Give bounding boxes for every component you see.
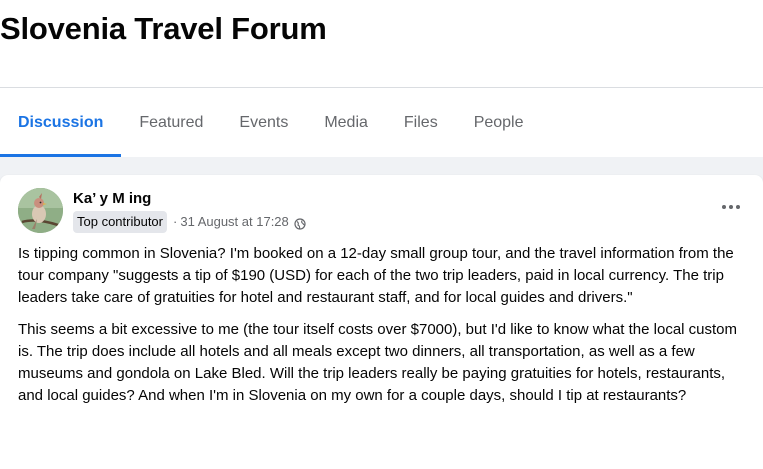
post-timestamp[interactable]: 31 August at 17:28 xyxy=(180,212,288,232)
top-contributor-badge[interactable]: Top contributor xyxy=(73,211,167,233)
group-title[interactable]: Slovenia Travel Forum xyxy=(0,11,327,47)
more-options-icon xyxy=(722,205,740,209)
tab-events[interactable]: Events xyxy=(221,89,306,157)
post-paragraph: This seems a bit excessive to me (the to… xyxy=(18,321,738,404)
post-author[interactable]: Ka’ y M ing xyxy=(73,190,151,208)
more-options-button[interactable] xyxy=(717,197,745,217)
page: Slovenia Travel Forum Discussion Feature… xyxy=(0,0,763,469)
meta-separator: · xyxy=(173,214,178,229)
post-body: Is tipping common in Slovenia? I'm booke… xyxy=(18,243,748,417)
globe-icon xyxy=(294,216,306,230)
tab-people[interactable]: People xyxy=(456,89,542,157)
tab-files[interactable]: Files xyxy=(386,89,456,157)
post-paragraph: Is tipping common in Slovenia? I'm booke… xyxy=(18,245,734,306)
avatar[interactable] xyxy=(18,188,63,233)
group-header: Slovenia Travel Forum xyxy=(0,0,763,88)
post-card: Ka’ y M ing Top contributor · 31 August … xyxy=(0,175,763,469)
tab-discussion[interactable]: Discussion xyxy=(0,89,122,157)
post-meta: Top contributor · 31 August at 17:28 xyxy=(73,211,306,233)
bird-avatar-icon xyxy=(18,188,63,233)
tab-media[interactable]: Media xyxy=(306,89,386,157)
group-tabs: Discussion Featured Events Media Files P… xyxy=(0,89,763,157)
tab-featured[interactable]: Featured xyxy=(121,89,221,157)
